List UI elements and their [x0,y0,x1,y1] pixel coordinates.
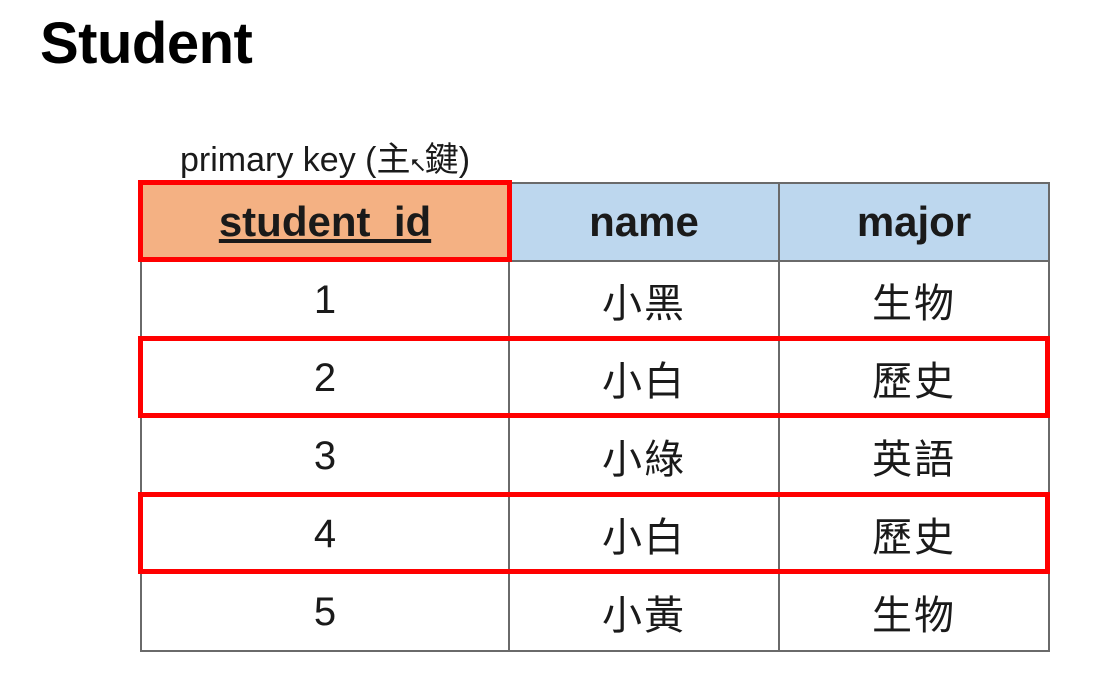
table-header-row: student_id name major [141,183,1049,261]
col-header-name: name [509,183,779,261]
col-header-major: major [779,183,1049,261]
page-title: Student [40,10,252,77]
cell-name: 小黑 [509,261,779,339]
cell-student-id: 1 [141,261,509,339]
table-row: 4 小白 歷史 [141,495,1049,573]
cell-name: 小綠 [509,417,779,495]
cell-major: 歷史 [779,495,1049,573]
pk-label-prefix: primary key (主 [180,141,410,179]
table-row: 2 小白 歷史 [141,339,1049,417]
table-row: 1 小黑 生物 [141,261,1049,339]
cursor-icon: ⭦ [410,153,424,179]
cell-major: 英語 [779,417,1049,495]
table-row: 3 小綠 英語 [141,417,1049,495]
primary-key-label: primary key (主⭦鍵) [180,132,470,181]
cell-name: 小白 [509,339,779,417]
cell-student-id: 2 [141,339,509,417]
cell-major: 生物 [779,261,1049,339]
pk-label-suffix: 鍵) [425,141,470,179]
cell-name: 小黃 [509,573,779,651]
table-row: 5 小黃 生物 [141,573,1049,651]
cell-major: 生物 [779,573,1049,651]
cell-major: 歷史 [779,339,1049,417]
cell-student-id: 4 [141,495,509,573]
cell-student-id: 5 [141,573,509,651]
student-table: student_id name major 1 小黑 生物 2 小白 歷史 3 … [140,182,1050,652]
col-header-student-id: student_id [141,183,509,261]
cell-student-id: 3 [141,417,509,495]
student-table-container: student_id name major 1 小黑 生物 2 小白 歷史 3 … [140,182,1050,652]
cell-name: 小白 [509,495,779,573]
